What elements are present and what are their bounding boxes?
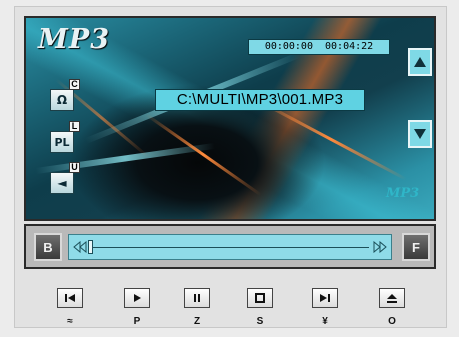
previous-key-label: ≈ [67,316,73,327]
skip-back-icon [65,294,75,302]
stop-key-label: S [256,316,264,327]
mp3-logo: MP3 [38,24,110,55]
forward-end-icon [373,241,387,253]
next-key-label: ¥ [322,316,328,327]
pause-key-label: Z [193,316,201,327]
previous-button[interactable] [57,288,83,308]
scroll-down-button[interactable] [408,120,432,148]
playlist-button[interactable]: PL [50,131,74,153]
repeat-button[interactable]: Ω [50,89,74,111]
triangle-up-icon [414,57,426,67]
seek-line [89,247,369,248]
stop-button[interactable] [247,288,273,308]
seek-track[interactable] [68,234,392,260]
scroll-up-button[interactable] [408,48,432,76]
back-icon: ◄ [57,176,67,190]
seek-thumb[interactable] [88,240,93,254]
eject-button[interactable] [379,288,405,308]
back-key-badge: U [69,162,80,173]
back-seek-button[interactable]: B [34,233,62,261]
play-key-label: P [133,316,141,327]
file-path: C:\MULTI\MP3\001.MP3 [155,89,365,111]
rewind-end-icon [73,241,87,253]
mp3-logo-small: MP3 [386,186,420,201]
play-button[interactable] [124,288,150,308]
stop-icon [255,293,265,303]
playlist-key-badge: L [69,121,80,132]
repeat-icon: Ω [56,93,68,107]
back-button[interactable]: ◄ [50,172,74,194]
seek-bar-frame: B F [24,224,436,269]
eject-icon [387,293,397,303]
eject-key-label: O [388,316,396,327]
play-icon [134,294,141,302]
skip-forward-icon [320,294,330,302]
triangle-down-icon [414,129,426,139]
playlist-icon: PL [54,135,70,149]
time-readout: 00:00:00 00:04:22 [248,39,390,55]
next-button[interactable] [312,288,338,308]
forward-seek-button[interactable]: F [402,233,430,261]
pause-icon [194,294,200,302]
repeat-key-badge: C [69,79,80,90]
pause-button[interactable] [184,288,210,308]
